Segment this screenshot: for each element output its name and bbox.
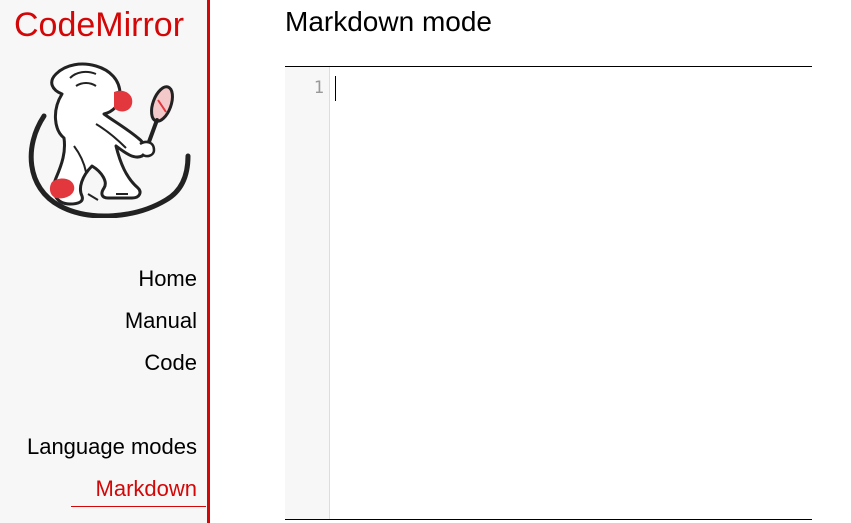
code-editor[interactable]: 1 (285, 66, 812, 520)
page: CodeMirror Home Manual Code Language mod… (0, 0, 851, 523)
nav-home-link[interactable]: Home (138, 265, 197, 293)
brand-title[interactable]: CodeMirror (14, 3, 184, 47)
nav-manual-link[interactable]: Manual (125, 307, 197, 335)
codemirror-logo[interactable] (16, 54, 192, 218)
nav-code-link[interactable]: Code (144, 349, 197, 377)
text-cursor (335, 76, 336, 101)
page-title: Markdown mode (285, 6, 492, 37)
line-number: 1 (313, 78, 324, 98)
sidebar: CodeMirror Home Manual Code Language mod… (0, 0, 210, 523)
line-number-gutter: 1 (285, 67, 330, 519)
active-nav-underline (71, 506, 206, 507)
nav-markdown-active[interactable]: Markdown (96, 475, 197, 503)
nav-language-modes-link[interactable]: Language modes (27, 433, 197, 461)
editor-text-area[interactable] (330, 67, 812, 519)
